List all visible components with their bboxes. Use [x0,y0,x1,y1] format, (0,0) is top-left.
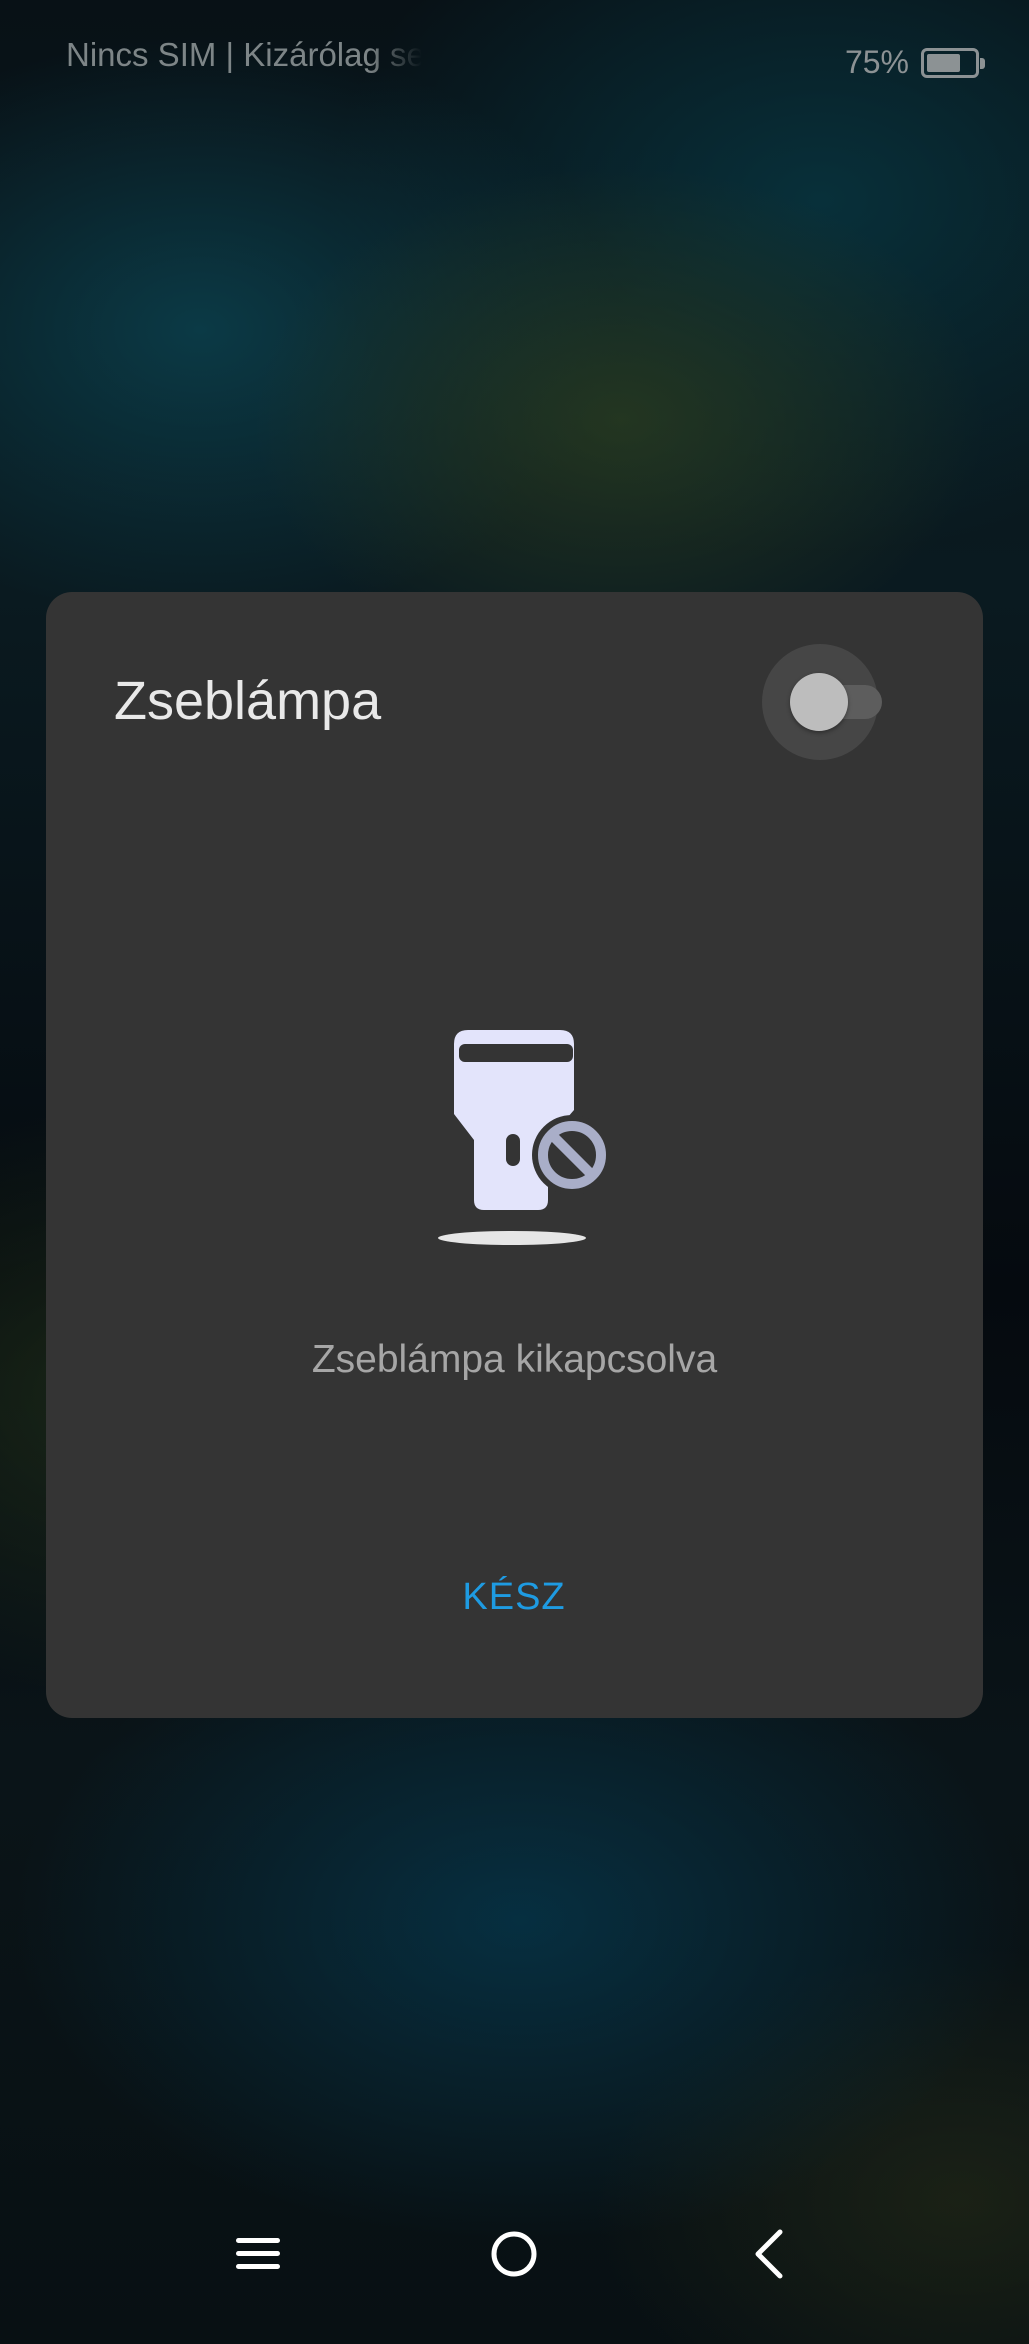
toggle-thumb [790,673,848,731]
home-circle-icon[interactable] [474,2214,554,2294]
flashlight-toggle[interactable] [762,644,882,764]
carrier-status-text: Nincs SIM | Kizárólag segélyhívás [66,36,422,73]
flashlight-status-message: Zseblámpa kikapcsolva [311,1338,718,1381]
status-indicators: 75% [844,44,985,81]
back-chevron-icon[interactable] [730,2214,810,2294]
battery-icon [921,47,985,78]
battery-percent: 75% [844,44,909,80]
done-button[interactable]: KÉSZ [364,1544,664,1650]
flashlight-dialog: Zseblámpa Zseblámpa kikapcsolva KÉSZ [46,592,983,1718]
flashlight-off-icon [438,1030,612,1245]
navigation-bar [0,2194,1029,2344]
dialog-title: Zseblámpa [114,671,382,731]
menu-icon[interactable] [218,2214,298,2294]
battery-level-fill [927,53,960,72]
